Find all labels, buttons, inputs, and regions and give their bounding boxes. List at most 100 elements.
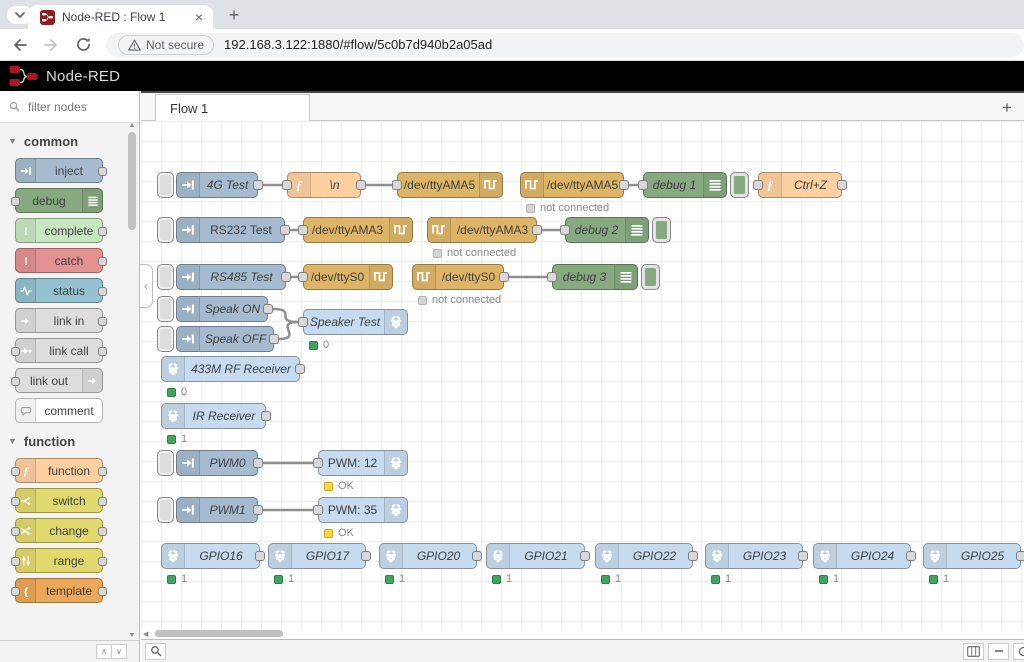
input-port[interactable] [753,180,763,190]
output-port[interactable] [532,225,542,235]
input-port[interactable] [313,458,323,468]
output-port[interactable] [253,180,263,190]
palette-filter[interactable] [0,91,139,123]
node-gpio17[interactable]: GPIO17 [268,543,366,569]
node-gpio16[interactable]: GPIO16 [161,543,260,569]
canvas-h-scrollbar-thumb[interactable] [155,630,283,637]
output-port[interactable] [253,505,263,515]
node-port[interactable] [98,227,107,236]
node-debug-2[interactable]: debug 2 [565,217,649,243]
palette-node-link-out[interactable]: link out [15,368,103,393]
zoom-reset-button[interactable] [1013,643,1024,660]
node-serial-out-s0[interactable]: /dev/ttyS0 [303,264,393,290]
node-gpio24[interactable]: GPIO24 [813,543,911,569]
add-flow-button[interactable]: + [996,97,1018,119]
output-port[interactable] [619,180,629,190]
node-port[interactable] [11,197,20,206]
node-debug-3[interactable]: debug 3 [552,264,638,290]
node-port[interactable] [11,467,20,476]
node-serial-in-s0[interactable]: /dev/ttyS0 [412,264,504,290]
node-inject-4g[interactable]: 4G Test [176,172,258,198]
node-port[interactable] [98,557,107,566]
palette-scrollbar-thumb[interactable] [128,132,136,230]
node-gpio21[interactable]: GPIO21 [486,543,585,569]
node-port[interactable] [98,287,107,296]
collapse-all-button[interactable]: ∧ [96,644,112,659]
output-port[interactable] [253,458,263,468]
node-serial-in-ama3[interactable]: /dev/ttyAMA3 [427,217,537,243]
zoom-search-button[interactable] [145,643,166,660]
node-gpio22[interactable]: GPIO22 [595,543,693,569]
output-port[interactable] [688,551,698,561]
node-pwm-35[interactable]: PWM: 35 [318,497,408,523]
palette-node-complete[interactable]: !complete [15,218,103,243]
node-port[interactable] [98,317,107,326]
expand-all-button[interactable]: ∨ [111,644,127,659]
palette-node-inject[interactable]: inject [15,158,103,183]
input-port[interactable] [638,180,648,190]
palette-filter-input[interactable] [26,99,126,115]
palette-node-catch[interactable]: !catch [15,248,103,273]
palette-node-template[interactable]: {template [15,578,103,603]
node-pwm-12[interactable]: PWM: 12 [318,450,408,476]
node-port[interactable] [98,467,107,476]
node-inject-rs485[interactable]: RS485 Test [176,264,286,290]
node-inject-rs232[interactable]: RS232 Test [176,217,285,243]
palette-node-link-call[interactable]: link call [15,338,103,363]
node-serial-out-ama5[interactable]: /dev/ttyAMA5 [397,172,503,198]
palette-node-debug[interactable]: debug [15,188,103,213]
scroll-left-icon[interactable]: ◀ [143,630,148,638]
input-port[interactable] [313,505,323,515]
palette-category-function[interactable]: ▼function [0,429,139,453]
input-port[interactable] [282,180,292,190]
node-debug-1[interactable]: debug 1 [643,172,727,198]
node-port[interactable] [98,587,107,596]
scroll-down-icon[interactable]: ▼ [128,632,136,640]
scroll-up-icon[interactable]: ▲ [128,122,136,130]
node-port[interactable] [98,257,107,266]
output-port[interactable] [280,225,290,235]
palette-node-function[interactable]: ƒfunction [15,458,103,483]
output-port[interactable] [798,551,808,561]
node-serial-out-ama3[interactable]: /dev/ttyAMA3 [303,217,413,243]
node-gpio20[interactable]: GPIO20 [379,543,477,569]
inject-button[interactable] [157,326,174,352]
node-serial-in-ama5[interactable]: /dev/ttyAMA5 [520,172,624,198]
palette-node-change[interactable]: change [15,518,103,543]
forward-button[interactable] [38,32,64,58]
input-port[interactable] [298,317,308,327]
node-port[interactable] [11,497,20,506]
palette-toggle-handle[interactable]: ‹ [140,264,153,308]
reload-button[interactable] [70,32,96,58]
wire[interactable] [279,322,298,339]
node-inject-pwm1[interactable]: PWM1 [176,497,258,523]
output-port[interactable] [837,180,847,190]
palette-node-switch[interactable]: switch [15,488,103,513]
palette-node-status[interactable]: status [15,278,103,303]
node-inject-speak-on[interactable]: Speak ON [176,296,268,322]
inject-button[interactable] [157,217,174,243]
output-port[interactable] [281,272,291,282]
node-port[interactable] [98,497,107,506]
output-port[interactable] [255,551,265,561]
output-port[interactable] [472,551,482,561]
output-port[interactable] [499,272,509,282]
debug-toggle-button[interactable] [641,264,660,290]
output-port[interactable] [261,411,271,421]
node-port[interactable] [11,527,20,536]
output-port[interactable] [361,551,371,561]
flow-tab[interactable]: Flow 1 [155,94,310,121]
input-port[interactable] [547,272,557,282]
output-port[interactable] [580,551,590,561]
node-port[interactable] [98,167,107,176]
node-port[interactable] [98,527,107,536]
inject-button[interactable] [157,450,174,476]
palette-node-range[interactable]: range [15,548,103,573]
inject-button[interactable] [157,264,174,290]
output-port[interactable] [906,551,916,561]
inject-button[interactable] [157,497,174,523]
new-tab-button[interactable]: + [222,3,246,27]
output-port[interactable] [295,364,305,374]
output-port[interactable] [263,304,273,314]
inject-button[interactable] [157,296,174,322]
